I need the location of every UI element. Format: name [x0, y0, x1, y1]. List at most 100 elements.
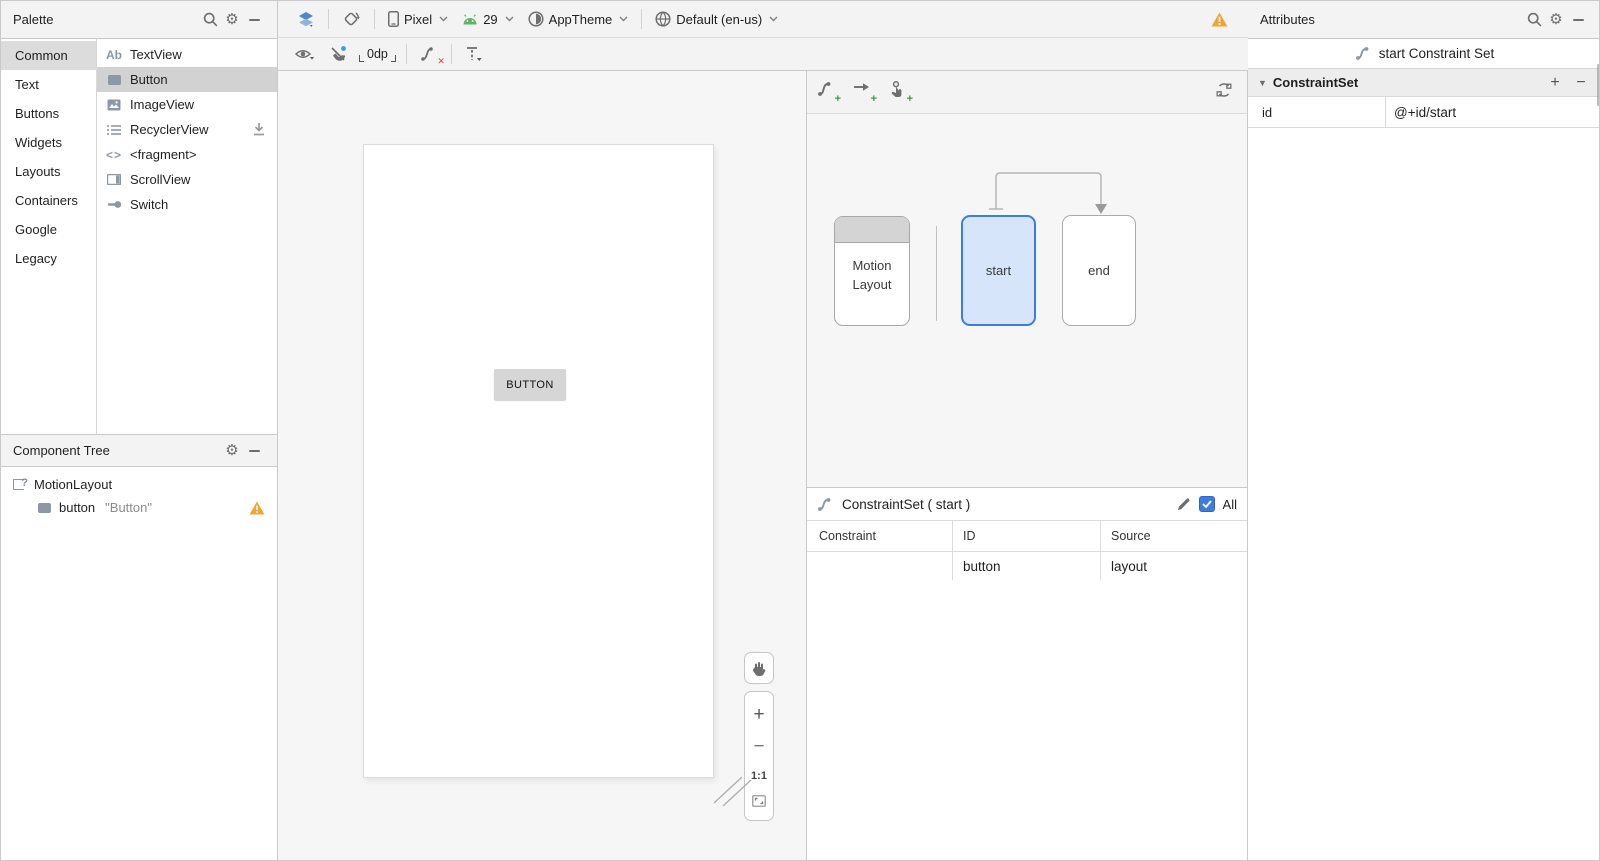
- add-constraint-set-button[interactable]: +: [817, 81, 841, 105]
- resize-handle[interactable]: [708, 771, 760, 811]
- clear-constraints-button[interactable]: ✕: [413, 41, 445, 67]
- zoom-out-button[interactable]: −: [753, 737, 764, 756]
- api-selector[interactable]: 29: [455, 6, 520, 32]
- constraint-table-row[interactable]: button layout: [807, 552, 1247, 580]
- add-attribute-button[interactable]: +: [1545, 74, 1565, 92]
- locale-selector[interactable]: Default (en-us): [648, 6, 785, 32]
- constraint-set-icon: [1355, 47, 1369, 60]
- android-studio-motion-editor: Palette ⚙ Common Text Buttons Widgets La…: [0, 0, 1600, 861]
- palette-item-imageview[interactable]: ImageView: [97, 92, 277, 117]
- palette-panel: Palette ⚙ Common Text Buttons Widgets La…: [1, 1, 278, 434]
- palette-item-list: Ab TextView Button ImageView RecyclerVie…: [97, 39, 277, 434]
- default-margin-control[interactable]: 0dp: [355, 47, 400, 62]
- textview-icon: Ab: [106, 47, 122, 62]
- palette-categories: Common Text Buttons Widgets Layouts Cont…: [1, 39, 97, 434]
- canvas-button-widget[interactable]: BUTTON: [494, 369, 566, 400]
- gear-icon[interactable]: ⚙: [221, 9, 243, 31]
- fragment-icon: <>: [105, 147, 122, 162]
- motionlayout-icon: ?: [13, 477, 28, 491]
- attribute-value-id[interactable]: @+id/start: [1386, 97, 1599, 127]
- tree-item-button[interactable]: button "Button": [1, 496, 277, 519]
- palette-category-text[interactable]: Text: [1, 70, 96, 99]
- palette-category-layouts[interactable]: Layouts: [1, 157, 96, 186]
- scrollview-icon: [105, 174, 123, 185]
- motionlayout-box-header: [835, 217, 909, 243]
- warnings-button[interactable]: [1211, 12, 1228, 27]
- rotate-icon: [344, 12, 360, 26]
- palette-item-recyclerview[interactable]: RecyclerView: [97, 117, 277, 142]
- palette-category-common[interactable]: Common: [1, 41, 96, 70]
- component-tree-panel: Component Tree ⚙ ? MotionLayout button "…: [1, 434, 278, 860]
- palette-category-widgets[interactable]: Widgets: [1, 128, 96, 157]
- chevron-down-icon: [505, 16, 514, 22]
- phone-icon: [388, 11, 399, 27]
- palette-item-switch[interactable]: Switch: [97, 192, 277, 217]
- palette-category-containers[interactable]: Containers: [1, 186, 96, 215]
- collapse-arrow-icon[interactable]: ▼: [1258, 78, 1267, 88]
- gear-icon[interactable]: ⚙: [1545, 9, 1567, 31]
- design-surface-button[interactable]: [290, 6, 322, 32]
- constraint-set-icon: [818, 82, 831, 96]
- component-tree-body: ? MotionLayout button "Button": [1, 467, 277, 519]
- minimize-icon[interactable]: [243, 440, 265, 462]
- warning-icon[interactable]: [249, 501, 265, 515]
- guidelines-button[interactable]: [458, 41, 490, 67]
- palette-category-buttons[interactable]: Buttons: [1, 99, 96, 128]
- minimize-icon[interactable]: [1567, 9, 1589, 31]
- hand-icon: [752, 661, 766, 676]
- button-icon: [105, 74, 123, 85]
- all-checkbox-label[interactable]: All: [1223, 497, 1237, 512]
- guideline-icon: [466, 46, 482, 61]
- orientation-button[interactable]: [335, 6, 368, 32]
- constraint-set-header: ConstraintSet ( start ) All: [807, 488, 1247, 521]
- motion-toolbar: + + +: [807, 71, 1247, 114]
- button-icon: [35, 502, 53, 513]
- gear-icon[interactable]: ⚙: [221, 440, 243, 462]
- palette-title: Palette: [13, 12, 54, 27]
- attribute-row-id: id @+id/start: [1248, 97, 1599, 128]
- add-transition-button[interactable]: +: [853, 81, 877, 105]
- view-options-button[interactable]: [288, 41, 322, 67]
- constraint-set-table: Constraint ID Source button layout: [807, 521, 1247, 580]
- tree-item-motionlayout[interactable]: ? MotionLayout: [1, 473, 277, 496]
- imageview-icon: [105, 99, 123, 111]
- palette-category-legacy[interactable]: Legacy: [1, 244, 96, 273]
- search-icon[interactable]: [1523, 9, 1545, 31]
- warning-icon: [1211, 12, 1228, 26]
- component-tree-header: Component Tree ⚙: [1, 434, 277, 467]
- attributes-panel: Attributes ⚙ start Constraint Set ▼ Cons…: [1248, 1, 1599, 860]
- cycle-layout-icon[interactable]: [1215, 81, 1237, 103]
- palette-item-textview[interactable]: Ab TextView: [97, 42, 277, 67]
- device-selector[interactable]: Pixel: [381, 6, 455, 32]
- constraint-table-header: Constraint ID Source: [807, 521, 1247, 552]
- all-checkbox[interactable]: [1198, 496, 1215, 512]
- autoconnect-button[interactable]: [322, 41, 355, 67]
- magnet-icon: [331, 46, 346, 61]
- constraint-set-icon: [818, 497, 831, 511]
- palette-item-button[interactable]: Button: [97, 67, 277, 92]
- palette-header: Palette ⚙: [1, 1, 277, 39]
- constraintset-section-header[interactable]: ▼ ConstraintSet + −: [1248, 69, 1599, 97]
- minimize-icon[interactable]: [243, 9, 265, 31]
- zoom-in-button[interactable]: +: [753, 705, 764, 724]
- palette-item-fragment[interactable]: <> <fragment>: [97, 142, 277, 167]
- chevron-down-icon: [769, 16, 778, 22]
- design-canvas[interactable]: BUTTON + − 1:1: [278, 71, 807, 860]
- layers-icon: [299, 11, 313, 27]
- state-motionlayout[interactable]: Motion Layout: [834, 216, 910, 326]
- pan-button[interactable]: [744, 652, 774, 684]
- remove-attribute-button[interactable]: −: [1571, 74, 1591, 92]
- theme-selector[interactable]: AppTheme: [521, 6, 636, 32]
- download-icon[interactable]: [253, 123, 265, 136]
- add-click-handler-button[interactable]: +: [889, 81, 913, 105]
- attributes-title: Attributes: [1260, 12, 1315, 27]
- search-icon[interactable]: [199, 9, 221, 31]
- palette-item-scrollview[interactable]: ScrollView: [97, 167, 277, 192]
- edit-icon[interactable]: [1176, 497, 1191, 512]
- state-end[interactable]: end: [1062, 215, 1136, 326]
- palette-category-google[interactable]: Google: [1, 215, 96, 244]
- clear-constraints-icon: [421, 47, 433, 61]
- chevron-down-icon: [619, 16, 628, 22]
- state-start[interactable]: start: [961, 215, 1036, 326]
- toolbar-row-constraints: 0dp ✕: [278, 38, 1248, 70]
